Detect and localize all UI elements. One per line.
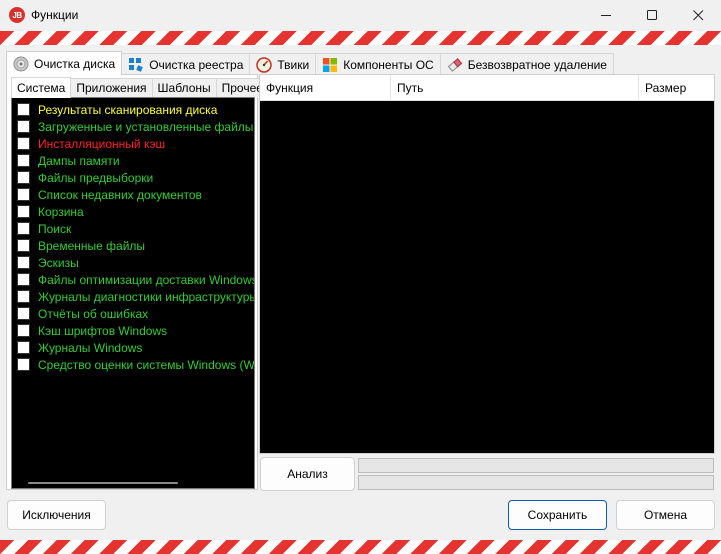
tab-label: Твики — [277, 57, 310, 72]
tab-tweaks[interactable]: Твики — [249, 53, 317, 75]
sub-tab-bar: Система Приложения Шаблоны Прочее — [11, 77, 269, 98]
app-icon: JB — [9, 7, 25, 23]
tab-registry-cleanup[interactable]: Очистка реестра — [121, 53, 251, 75]
registry-icon — [128, 57, 144, 73]
category-panel: Система Приложения Шаблоны Прочее Резуль… — [6, 74, 269, 490]
tab-label: Компоненты ОС — [343, 57, 434, 72]
close-button[interactable] — [675, 0, 721, 31]
progress-bar-primary — [358, 458, 714, 473]
tab-label: Очистка реестра — [149, 57, 244, 72]
subtab-label: Приложения — [76, 81, 147, 95]
cleanup-option-label: Журналы диагностики инфраструктуры Windo… — [38, 289, 255, 304]
checkbox[interactable] — [17, 222, 30, 235]
cleanup-option[interactable]: Кэш шрифтов Windows — [12, 322, 254, 339]
checkbox[interactable] — [17, 290, 30, 303]
checkbox[interactable] — [17, 171, 30, 184]
checkbox[interactable] — [17, 103, 30, 116]
subtab-label: Прочее — [221, 81, 263, 95]
cancel-button[interactable]: Отмена — [616, 500, 715, 530]
cleanup-option[interactable]: Загруженные и установленные файлы програ… — [12, 118, 254, 135]
subtab-system[interactable]: Система — [11, 77, 72, 98]
cleanup-option-label: Список недавних документов — [38, 187, 202, 202]
hazard-stripe-bottom — [0, 540, 721, 554]
cleanup-option[interactable]: Список недавних документов — [12, 186, 254, 203]
cleanup-checklist[interactable]: Результаты сканирования диска Загруженные… — [11, 97, 255, 489]
checkbox[interactable] — [17, 358, 30, 371]
tab-os-components[interactable]: Компоненты ОС — [315, 53, 441, 75]
cleanup-option[interactable]: Дампы памяти — [12, 152, 254, 169]
checkbox[interactable] — [17, 256, 30, 269]
title-bar: JB Функции — [0, 0, 721, 31]
scrollbar-thumb[interactable] — [28, 482, 178, 484]
cleanup-option-label: Эскизы — [38, 255, 79, 270]
subtab-label: Шаблоны — [157, 81, 211, 95]
checkbox[interactable] — [17, 137, 30, 150]
eraser-icon — [447, 57, 463, 73]
progress-bar-secondary — [358, 475, 714, 490]
subtab-applications[interactable]: Приложения — [70, 78, 153, 97]
cleanup-option-label: Кэш шрифтов Windows — [38, 323, 168, 338]
cleanup-option-label: Файлы предвыборки — [38, 170, 154, 185]
gauge-icon — [256, 56, 273, 73]
checkbox[interactable] — [17, 154, 30, 167]
cleanup-option-label: Временные файлы — [38, 238, 146, 253]
cleanup-option[interactable]: Корзина — [12, 203, 254, 220]
cleanup-option-label: Поиск — [38, 221, 72, 236]
tab-label: Очистка диска — [34, 56, 116, 71]
cleanup-option-label: Отчёты об ошибках — [38, 306, 149, 321]
checkbox[interactable] — [17, 205, 30, 218]
maximize-button[interactable] — [629, 0, 675, 31]
save-button[interactable]: Сохранить — [508, 500, 607, 530]
cleanup-option[interactable]: Файлы оптимизации доставки Windows — [12, 271, 255, 288]
hazard-stripe-top — [0, 31, 721, 45]
main-tab-bar: Очистка диска Очистка реестра Твики Комп… — [6, 51, 614, 75]
checkbox[interactable] — [17, 307, 30, 320]
checkbox[interactable] — [17, 239, 30, 252]
minimize-button[interactable] — [583, 0, 629, 31]
cleanup-option[interactable]: Временные файлы — [12, 237, 254, 254]
subtab-label: Система — [17, 81, 66, 95]
cleanup-option-label: Результаты сканирования диска — [38, 102, 218, 117]
tab-label: Безвозвратное удаление — [467, 57, 607, 72]
checkbox[interactable] — [17, 273, 30, 286]
checkbox[interactable] — [17, 341, 30, 354]
checkbox[interactable] — [17, 120, 30, 133]
analyze-button[interactable]: Анализ — [260, 457, 355, 491]
functions-window: JB Функции Очистка диска Очистка реестра… — [0, 0, 721, 554]
cleanup-option-label: Загруженные и установленные файлы програ… — [38, 119, 254, 134]
checkbox[interactable] — [17, 324, 30, 337]
cleanup-option-label: Журналы Windows — [38, 340, 143, 355]
checkbox[interactable] — [17, 188, 30, 201]
exclusions-button[interactable]: Исключения — [7, 500, 106, 530]
cleanup-option-label: Дампы памяти — [38, 153, 120, 168]
cleanup-option[interactable]: Инсталляционный кэш — [12, 135, 254, 152]
cleanup-option-label: Инсталляционный кэш — [38, 136, 166, 151]
cleanup-option[interactable]: Средство оценки системы Windows (WinSAT) — [12, 356, 255, 373]
windows-logo-icon — [322, 57, 338, 73]
column-header-path[interactable]: Путь — [391, 75, 639, 101]
disk-cleanup-icon — [13, 56, 29, 72]
cleanup-option[interactable]: Журналы Windows — [12, 339, 254, 356]
cleanup-option-label: Корзина — [38, 204, 84, 219]
cleanup-option-label: Файлы оптимизации доставки Windows — [38, 272, 255, 287]
horizontal-scrollbar[interactable] — [12, 478, 254, 488]
subtab-templates[interactable]: Шаблоны — [151, 78, 217, 97]
minimize-icon — [600, 15, 611, 16]
tab-disk-cleanup[interactable]: Очистка диска — [6, 51, 123, 75]
results-list-header: Функция Путь Размер — [260, 75, 714, 101]
cleanup-option[interactable]: Отчёты об ошибках — [12, 305, 254, 322]
window-title: Функции — [31, 8, 79, 22]
cleanup-option[interactable]: Файлы предвыборки — [12, 169, 254, 186]
maximize-icon — [646, 10, 657, 20]
cleanup-option-label: Средство оценки системы Windows (WinSAT) — [38, 357, 255, 372]
column-header-function[interactable]: Функция — [260, 75, 391, 101]
cleanup-option[interactable]: Эскизы — [12, 254, 254, 271]
cleanup-option[interactable]: Результаты сканирования диска — [12, 101, 254, 118]
close-icon — [692, 10, 703, 21]
tab-permanent-delete[interactable]: Безвозвратное удаление — [439, 53, 614, 75]
column-header-size[interactable]: Размер — [639, 75, 714, 101]
cleanup-option[interactable]: Поиск — [12, 220, 254, 237]
results-list[interactable]: Функция Путь Размер — [259, 74, 715, 454]
cleanup-option[interactable]: Журналы диагностики инфраструктуры Windo… — [12, 288, 255, 305]
